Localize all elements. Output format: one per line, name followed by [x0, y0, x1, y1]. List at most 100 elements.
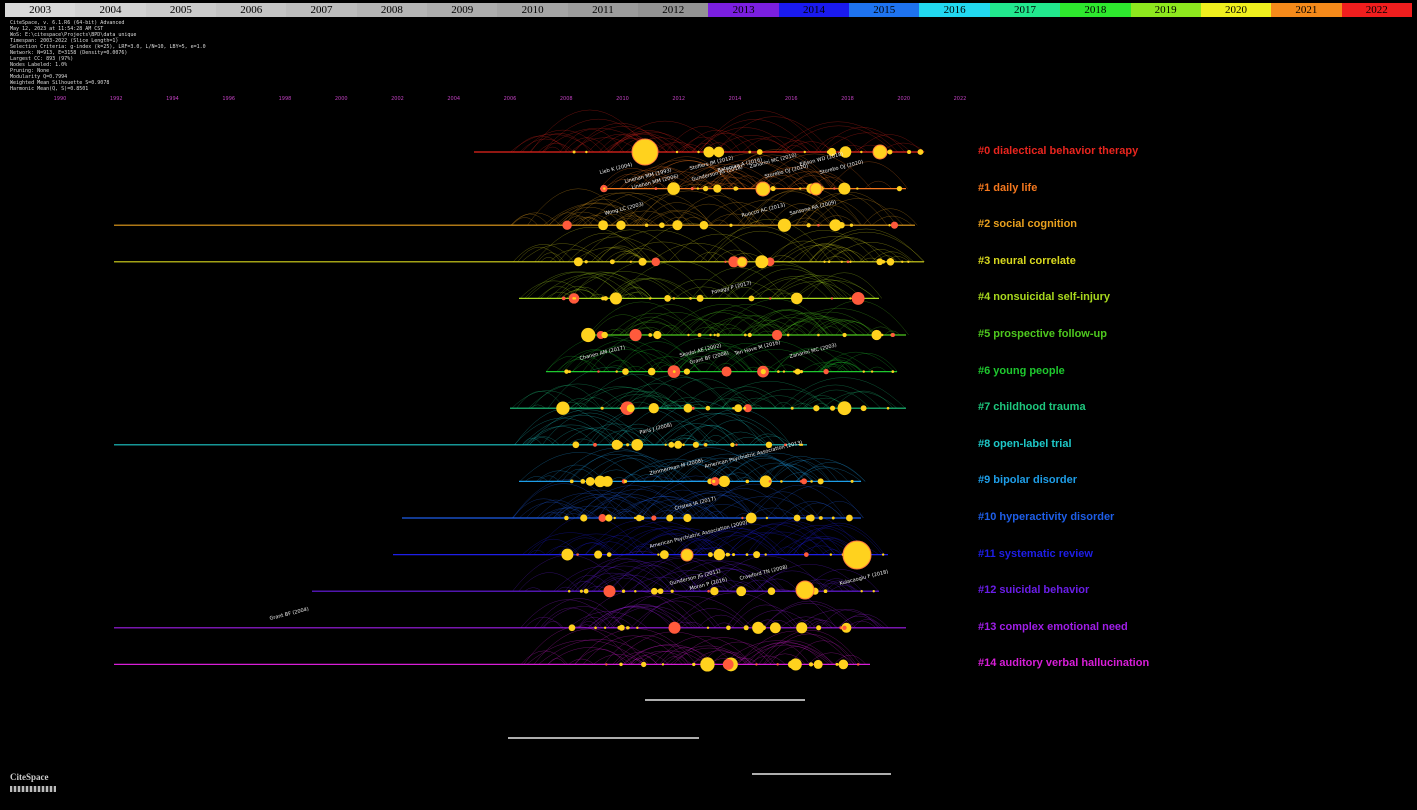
cited-reference-node[interactable]: [689, 297, 692, 300]
cluster-label-5[interactable]: #5 prospective follow-up: [978, 328, 1107, 340]
cited-reference-node[interactable]: [672, 220, 683, 231]
cited-reference-node[interactable]: [823, 589, 828, 594]
cited-reference-node[interactable]: [593, 442, 597, 447]
cited-reference-node[interactable]: [768, 480, 772, 483]
cited-reference-node[interactable]: [780, 480, 783, 483]
cited-reference-node[interactable]: [755, 255, 769, 269]
cited-reference-node[interactable]: [672, 297, 676, 300]
cited-reference-node[interactable]: [581, 327, 596, 343]
cluster-label-4[interactable]: #4 nonsuicidal self-injury: [978, 291, 1110, 303]
cited-reference-node[interactable]: [881, 553, 885, 556]
cited-reference-node[interactable]: [842, 332, 847, 338]
cited-reference-node[interactable]: [651, 257, 661, 267]
cited-reference-node[interactable]: [703, 442, 708, 447]
cited-reference-node[interactable]: [888, 223, 891, 227]
cited-reference-node[interactable]: [603, 626, 607, 629]
cited-reference-node[interactable]: [799, 369, 804, 374]
cited-reference-node[interactable]: [760, 368, 766, 375]
cited-reference-node[interactable]: [876, 258, 884, 266]
cited-reference-node[interactable]: [823, 368, 829, 375]
highly-cited-node[interactable]: [872, 144, 888, 160]
cited-reference-node[interactable]: [849, 260, 852, 264]
cluster-label-3[interactable]: #3 neural correlate: [978, 255, 1076, 267]
cited-reference-node[interactable]: [734, 404, 743, 413]
highly-cited-node[interactable]: [631, 138, 659, 166]
cited-reference-node[interactable]: [638, 257, 647, 266]
cited-reference-node[interactable]: [562, 220, 572, 230]
cited-reference-node[interactable]: [564, 515, 569, 521]
cited-reference-node[interactable]: [856, 187, 859, 190]
cited-reference-node[interactable]: [846, 514, 853, 522]
cited-reference-node[interactable]: [609, 259, 615, 265]
cited-reference-node[interactable]: [648, 333, 653, 337]
cited-reference-node[interactable]: [747, 332, 752, 338]
cited-reference-node[interactable]: [871, 329, 882, 341]
cited-reference-node[interactable]: [603, 585, 616, 598]
cited-reference-node[interactable]: [810, 480, 813, 483]
cited-reference-node[interactable]: [713, 184, 722, 193]
cluster-label-1[interactable]: #1 daily life: [978, 182, 1037, 194]
cited-reference-node[interactable]: [598, 514, 607, 522]
cited-reference-node[interactable]: [849, 223, 854, 227]
cited-reference-node[interactable]: [618, 624, 625, 631]
cited-reference-node[interactable]: [668, 621, 681, 634]
cited-reference-node[interactable]: [860, 150, 863, 154]
cited-reference-node[interactable]: [648, 297, 652, 300]
cited-reference-node[interactable]: [735, 187, 739, 191]
cited-reference-node[interactable]: [597, 370, 600, 373]
cited-reference-node[interactable]: [838, 659, 849, 670]
cited-reference-node[interactable]: [716, 333, 720, 337]
cited-reference-node[interactable]: [769, 622, 781, 634]
cited-reference-node[interactable]: [622, 368, 629, 375]
highly-cited-node[interactable]: [680, 548, 694, 562]
cited-reference-node[interactable]: [743, 333, 747, 337]
cited-reference-node[interactable]: [573, 297, 577, 300]
cited-reference-node[interactable]: [782, 370, 786, 373]
cited-reference-node[interactable]: [767, 587, 776, 595]
cited-reference-node[interactable]: [800, 478, 808, 485]
cited-reference-node[interactable]: [626, 443, 630, 447]
cited-reference-node[interactable]: [743, 625, 749, 631]
cited-reference-node[interactable]: [732, 553, 736, 557]
cited-reference-node[interactable]: [648, 403, 659, 414]
cited-reference-node[interactable]: [572, 441, 580, 449]
cited-reference-node[interactable]: [771, 329, 783, 341]
cited-reference-node[interactable]: [790, 406, 794, 410]
cited-reference-node[interactable]: [813, 659, 823, 669]
cited-reference-node[interactable]: [691, 406, 695, 410]
cited-reference-node[interactable]: [644, 223, 649, 227]
cited-reference-node[interactable]: [841, 186, 846, 191]
cited-reference-node[interactable]: [706, 626, 710, 630]
cited-reference-node[interactable]: [612, 442, 617, 447]
cited-reference-node[interactable]: [840, 260, 844, 264]
cited-reference-node[interactable]: [833, 187, 836, 190]
cited-reference-node[interactable]: [803, 150, 807, 154]
cluster-label-7[interactable]: #7 childhood trauma: [978, 401, 1086, 413]
highly-cited-node[interactable]: [736, 256, 748, 268]
cluster-label-13[interactable]: #13 complex emotional need: [978, 621, 1128, 633]
cited-reference-node[interactable]: [803, 552, 809, 557]
cited-reference-node[interactable]: [718, 475, 730, 488]
cited-reference-node[interactable]: [696, 187, 700, 190]
cited-reference-node[interactable]: [907, 149, 912, 155]
cited-reference-node[interactable]: [806, 223, 811, 228]
cited-reference-node[interactable]: [808, 662, 814, 667]
cited-reference-node[interactable]: [753, 551, 761, 559]
cited-reference-node[interactable]: [718, 553, 722, 556]
cited-reference-node[interactable]: [901, 260, 904, 264]
cluster-label-6[interactable]: #6 young people: [978, 365, 1065, 377]
cited-reference-node[interactable]: [585, 150, 588, 154]
cited-reference-node[interactable]: [636, 626, 639, 630]
cited-reference-node[interactable]: [580, 514, 588, 522]
highly-cited-node[interactable]: [755, 181, 771, 197]
cited-reference-node[interactable]: [850, 479, 854, 483]
cited-reference-node[interactable]: [697, 333, 702, 337]
cited-reference-node[interactable]: [829, 553, 833, 556]
cited-reference-node[interactable]: [736, 586, 747, 597]
highly-cited-node[interactable]: [809, 182, 823, 196]
cited-reference-node[interactable]: [849, 297, 852, 300]
cited-reference-node[interactable]: [619, 662, 623, 667]
cited-reference-node[interactable]: [623, 479, 628, 484]
cited-reference-node[interactable]: [856, 663, 860, 666]
cited-reference-node[interactable]: [805, 515, 812, 521]
